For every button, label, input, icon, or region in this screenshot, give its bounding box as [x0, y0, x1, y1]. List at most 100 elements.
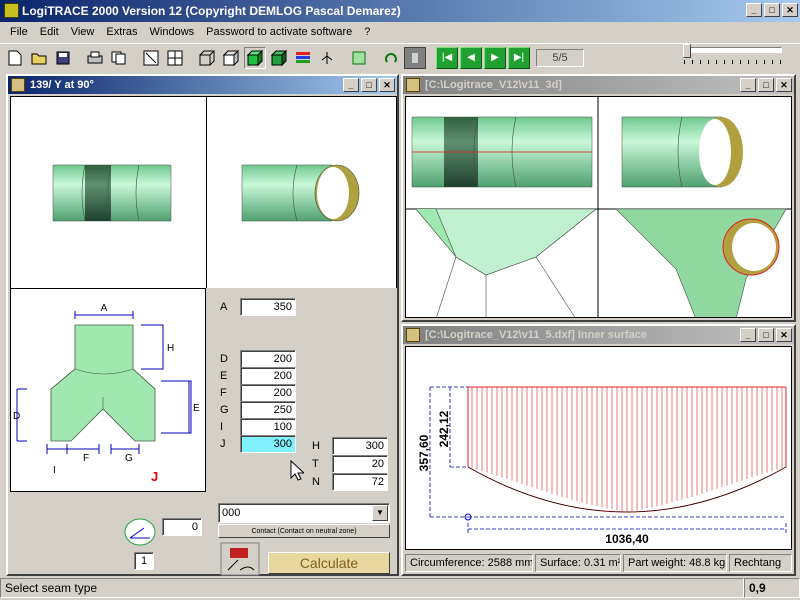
count-input[interactable]: 1	[134, 552, 154, 570]
open-folder-icon[interactable]	[28, 47, 50, 69]
param-g-input[interactable]: 250	[240, 401, 296, 419]
dxf-window-icon	[406, 328, 420, 342]
close-button[interactable]: ✕	[782, 3, 798, 17]
mouse-cursor-icon	[290, 460, 304, 481]
shaded-cube-icon[interactable]	[244, 46, 266, 69]
app-icon	[4, 3, 19, 18]
app-titlebar: LogiTRACE 2000 Version 12 (Copyright DEM…	[0, 0, 800, 22]
contact-button[interactable]: Contact (Contact on neutral zone)	[218, 524, 390, 538]
param-label-f: F	[220, 387, 227, 399]
part-window-title: 139/ Y at 90°	[30, 79, 94, 91]
seam-type-select[interactable]: 000 ▼	[218, 503, 390, 523]
param-j-input[interactable]: 300	[240, 435, 296, 453]
param-e-input[interactable]: 200	[240, 367, 296, 385]
part-maximize-button[interactable]: □	[361, 78, 377, 92]
menu-windows[interactable]: Windows	[144, 26, 201, 38]
param-a-input[interactable]: 350	[240, 298, 296, 316]
new-file-icon[interactable]	[4, 47, 26, 69]
param-f-input[interactable]: 200	[240, 384, 296, 402]
param-label-h: H	[312, 440, 320, 452]
3d-minimize-button[interactable]: _	[740, 78, 756, 92]
side-view[interactable]	[206, 96, 397, 288]
part-window-icon	[11, 78, 25, 92]
3d-close-button[interactable]: ✕	[776, 78, 792, 92]
part-window-titlebar: 139/ Y at 90° _ □ ✕	[8, 76, 397, 94]
param-i-input[interactable]: 100	[240, 418, 296, 436]
dimension-diagram: A H D E F G I J	[10, 288, 206, 492]
zoom-slider-thumb[interactable]	[683, 44, 691, 58]
dim-label-g: G	[125, 453, 133, 464]
front-view[interactable]	[10, 96, 206, 288]
weld-tool-icon[interactable]	[220, 542, 260, 576]
print-icon[interactable]	[84, 47, 106, 69]
part-minimize-button[interactable]: _	[343, 78, 359, 92]
param-label-e: E	[220, 370, 228, 382]
minimize-button[interactable]: _	[746, 3, 762, 17]
param-label-j: J	[220, 438, 226, 450]
part-close-button[interactable]: ✕	[379, 78, 395, 92]
next-page-icon[interactable]: ▶	[484, 46, 506, 69]
surface-info: Surface: 0.31 m²	[535, 554, 621, 572]
solid-cube-icon[interactable]	[268, 47, 290, 69]
seam-type-value: 000	[222, 507, 241, 519]
toolbar: |◀ ◀ ▶ ▶| 5/5	[0, 43, 800, 71]
last-page-icon[interactable]: ▶|	[508, 46, 530, 69]
param-d-input[interactable]: 200	[240, 350, 296, 368]
wireframe-cube-icon[interactable]	[196, 47, 218, 69]
dim-width: 1036,40	[605, 532, 649, 546]
status-value: 0,9	[744, 578, 800, 598]
3d-maximize-button[interactable]: □	[758, 78, 774, 92]
prev-page-icon[interactable]: ◀	[460, 46, 482, 69]
dxf-close-button[interactable]: ✕	[776, 328, 792, 342]
param-label-i: I	[220, 421, 224, 433]
dim-label-i: I	[53, 465, 56, 476]
param-label-g: G	[220, 404, 229, 416]
hidden-cube-icon[interactable]	[220, 47, 242, 69]
save-icon[interactable]	[52, 47, 74, 69]
chevron-down-icon[interactable]: ▼	[372, 505, 388, 521]
angle-input[interactable]: 0	[162, 518, 202, 536]
menu-edit[interactable]: Edit	[34, 26, 65, 38]
menu-password[interactable]: Password to activate software	[200, 26, 358, 38]
dxf-window: [C:\Logitrace_V12\v11_5.dxf] Inner surfa…	[401, 324, 796, 576]
page-indicator: 5/5	[536, 48, 584, 67]
menu-help[interactable]: ?	[358, 26, 376, 38]
3d-window: [C:\Logitrace_V12\v11_3d] _ □ ✕	[401, 74, 796, 322]
layers-icon[interactable]	[292, 47, 314, 69]
unfold-icon[interactable]	[348, 47, 370, 69]
four-views-icon[interactable]	[164, 47, 186, 69]
pipe-icon[interactable]	[404, 46, 426, 69]
param-n-input[interactable]: 72	[332, 473, 388, 491]
calculate-button[interactable]: Calculate	[268, 552, 390, 574]
weight-info: Part weight: 48.8 kg	[623, 554, 727, 572]
param-h-input[interactable]: 300	[332, 437, 388, 455]
menu-view[interactable]: View	[65, 26, 101, 38]
angle-icon[interactable]	[122, 516, 162, 548]
dim-label-e: E	[193, 403, 200, 414]
dim-label-f: F	[83, 453, 89, 464]
3d-window-titlebar: [C:\Logitrace_V12\v11_3d] _ □ ✕	[403, 76, 794, 94]
first-page-icon[interactable]: |◀	[436, 46, 458, 69]
rotate-icon[interactable]	[380, 47, 402, 69]
unfolding-view[interactable]: 357,60 242,12 1036,40	[405, 346, 792, 550]
3d-views[interactable]	[405, 96, 792, 318]
single-view-icon[interactable]	[140, 47, 162, 69]
zoom-slider-track[interactable]	[684, 47, 782, 53]
dxf-minimize-button[interactable]: _	[740, 328, 756, 342]
menu-extras[interactable]: Extras	[100, 26, 143, 38]
tree-icon[interactable]	[316, 47, 338, 69]
param-t-input[interactable]: 20	[332, 455, 388, 473]
dim-height-inner: 242,12	[437, 410, 451, 447]
menubar: File Edit View Extras Windows Password t…	[0, 22, 800, 41]
dxf-window-title: [C:\Logitrace_V12\v11_5.dxf] Inner surfa…	[425, 329, 647, 341]
dxf-maximize-button[interactable]: □	[758, 328, 774, 342]
status-message: Select seam type	[0, 578, 744, 598]
menu-file[interactable]: File	[4, 26, 34, 38]
3d-window-icon	[406, 78, 420, 92]
param-label-t: T	[312, 458, 319, 470]
part-window: 139/ Y at 90° _ □ ✕ A H D E F G I J A 35…	[6, 74, 399, 576]
copy-icon[interactable]	[108, 47, 130, 69]
maximize-button[interactable]: □	[764, 3, 780, 17]
circumference-info: Circumference: 2588 mm	[405, 554, 533, 572]
param-label-a: A	[220, 301, 228, 313]
